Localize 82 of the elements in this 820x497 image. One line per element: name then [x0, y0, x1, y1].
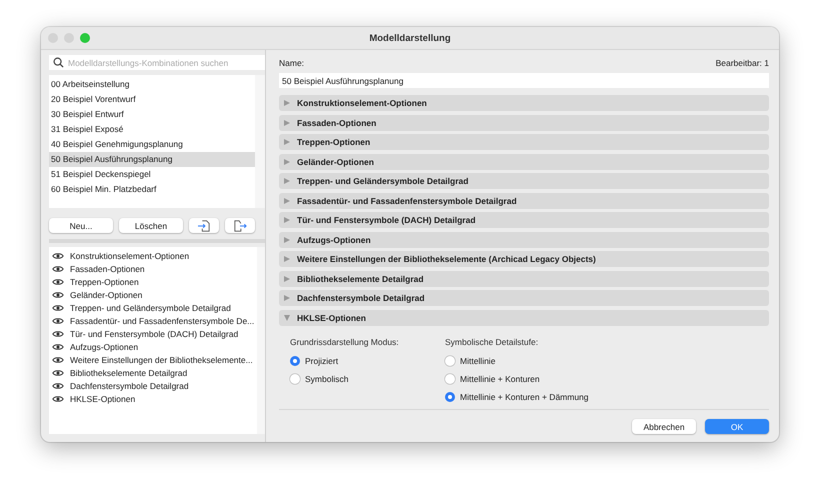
disclosure-icon — [284, 256, 290, 262]
eye-icon[interactable] — [52, 278, 64, 286]
section-header[interactable]: Konstruktionselement-Optionen — [279, 95, 769, 111]
option-label: Fassaden-Optionen — [70, 264, 145, 274]
option-label: Konstruktionselement-Optionen — [70, 250, 190, 260]
eye-icon[interactable] — [52, 264, 64, 272]
import-icon — [197, 220, 211, 232]
disclosure-icon — [284, 314, 290, 320]
section-header[interactable]: Bibliothekselemente Detailgrad — [279, 270, 769, 286]
export-button[interactable] — [225, 218, 255, 233]
eye-icon[interactable] — [52, 330, 64, 338]
import-button[interactable] — [189, 218, 219, 233]
preset-item[interactable]: 31 Beispiel Exposé — [49, 122, 255, 137]
radio-option[interactable]: Mittellinie — [445, 354, 600, 368]
option-label: Weitere Einstellungen der Bibliothekselemente... — [70, 354, 253, 364]
disclosure-icon — [284, 158, 290, 164]
eye-icon[interactable] — [52, 394, 64, 402]
preset-button[interactable]: Neu... — [49, 218, 113, 233]
preset-item[interactable]: 20 Beispiel Vorentwurf — [49, 92, 255, 107]
section-header[interactable]: Geländer-Optionen — [279, 154, 769, 170]
preset-item[interactable]: 50 Beispiel Ausführungsplanung — [49, 152, 255, 167]
preset-item[interactable]: 51 Beispiel Deckenspiegel — [49, 167, 255, 182]
section-header[interactable]: Tür- und Fenstersymbole (DACH) Detailgrad — [279, 212, 769, 228]
option-label: Treppen- und Geländersymbole Detailgrad — [70, 302, 231, 312]
option-label: Bibliothekselemente Detailgrad — [70, 368, 188, 378]
option-label: HKLSE-Optionen — [70, 394, 136, 404]
radio-button[interactable] — [290, 356, 300, 366]
preset-item[interactable]: 00 Arbeitseinstellung — [49, 77, 255, 92]
disclosure-icon — [284, 178, 290, 184]
search-field[interactable]: Modelldarstellungs-Kombinationen suchen — [49, 55, 265, 70]
eye-icon[interactable] — [52, 356, 64, 364]
name-label: Name: — [279, 58, 304, 70]
option-label: Treppen-Optionen — [70, 276, 139, 286]
eye-icon[interactable] — [52, 316, 64, 324]
radio-button[interactable] — [445, 392, 455, 402]
group-label: Symbolische Detailstufe: — [445, 337, 540, 347]
option-label: Aufzugs-Optionen — [70, 342, 138, 352]
editable-count: Bearbeitbar: 1 — [716, 58, 769, 70]
section-header[interactable]: Treppen-Optionen — [279, 134, 769, 150]
disclosure-icon — [284, 139, 290, 145]
option-label: Geländer-Optionen — [70, 290, 142, 300]
disclosure-icon — [284, 236, 290, 242]
section-header[interactable]: Aufzugs-Optionen — [279, 232, 769, 248]
radio-button[interactable] — [445, 356, 455, 366]
radio-option[interactable]: Mittellinie + Konturen — [445, 372, 600, 386]
disclosure-icon — [284, 217, 290, 223]
eye-icon[interactable] — [52, 382, 64, 390]
preset-item[interactable]: 60 Beispiel Min. Platzbedarf — [49, 182, 255, 197]
name-field[interactable]: 50 Beispiel Ausführungsplanung — [279, 73, 769, 88]
eye-icon[interactable] — [52, 252, 64, 260]
option-label: Fassadentür- und Fassadenfenstersymbole De... — [70, 316, 254, 326]
export-icon — [233, 220, 247, 232]
section-header[interactable]: Fassaden-Optionen — [279, 114, 769, 130]
radio-button[interactable] — [445, 374, 455, 384]
eye-icon[interactable] — [52, 304, 64, 312]
eye-icon[interactable] — [52, 368, 64, 376]
radio-option[interactable]: Projiziert — [290, 354, 445, 368]
preset-button[interactable]: Löschen — [119, 218, 183, 233]
eye-icon[interactable] — [52, 290, 64, 298]
section-header[interactable]: HKLSE-Optionen — [279, 310, 769, 326]
radio-option[interactable]: Symbolisch — [290, 372, 445, 386]
option-label: Dachfenstersymbole Detailgrad — [70, 380, 189, 390]
disclosure-icon — [284, 276, 290, 282]
option-label: Tür- und Fenstersymbole (DACH) Detailgrad — [70, 328, 238, 338]
radio-button[interactable] — [290, 374, 300, 384]
section-header[interactable]: Fassadentür- und Fassadenfenstersymbole Detailgrad — [279, 192, 769, 208]
disclosure-icon — [284, 100, 290, 106]
eye-icon[interactable] — [52, 342, 64, 350]
search-icon — [53, 57, 64, 68]
preset-item[interactable]: 40 Beispiel Genehmigungsplanung — [49, 137, 255, 152]
disclosure-icon — [284, 295, 290, 301]
section-header[interactable]: Dachfenstersymbole Detailgrad — [279, 290, 769, 306]
radio-option[interactable]: Mittellinie + Konturen + Dämmung — [445, 390, 600, 404]
disclosure-icon — [284, 198, 290, 204]
ok-button[interactable]: OK — [705, 419, 769, 434]
section-header[interactable]: Treppen- und Geländersymbole Detailgrad — [279, 173, 769, 189]
disclosure-icon — [284, 120, 290, 126]
section-header[interactable]: Weitere Einstellungen der Bibliothekselemente (Archicad Legacy Objects) — [279, 251, 769, 267]
window-title: Modelldarstellung — [369, 32, 451, 44]
preset-item[interactable]: 30 Beispiel Entwurf — [49, 107, 255, 122]
group-label: Grundrissdarstellung Modus: — [290, 337, 400, 347]
cancel-button[interactable]: Abbrechen — [632, 419, 696, 434]
